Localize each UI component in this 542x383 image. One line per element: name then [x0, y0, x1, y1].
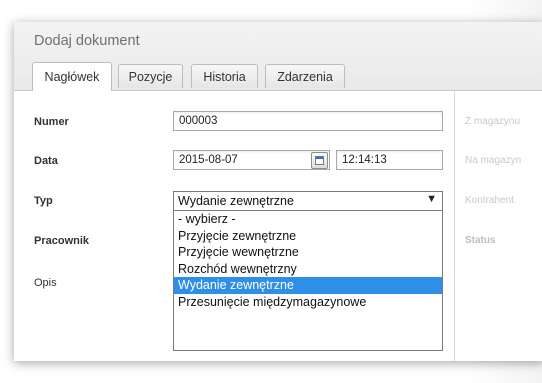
na-magazyn-label: Na magazyn	[465, 155, 522, 166]
tab-pozycje[interactable]: Pozycje	[118, 64, 183, 88]
dialog-header: Dodaj dokument Nagłówek Pozycje Historia…	[14, 22, 542, 91]
pracownik-label: Pracownik	[34, 235, 90, 247]
typ-option[interactable]: Przyjęcie wewnętrzne	[174, 244, 442, 261]
typ-label: Typ	[34, 195, 53, 207]
typ-select[interactable]: Wydanie zewnętrzne ▼	[173, 191, 443, 211]
numer-input[interactable]: 000003	[173, 111, 443, 131]
dialog-title: Dodaj dokument	[34, 33, 140, 49]
numer-label: Numer	[34, 116, 69, 128]
typ-option[interactable]: Przyjęcie zewnętrzne	[174, 228, 442, 245]
typ-option-selected[interactable]: Wydanie zewnętrzne	[174, 277, 442, 294]
dropdown-arrow-icon[interactable]: ▼	[426, 193, 437, 205]
typ-option[interactable]: Przesunięcie międzymagazynowe	[174, 294, 442, 311]
tab-zdarzenia[interactable]: Zdarzenia	[265, 64, 345, 88]
tab-naglowek[interactable]: Nagłówek	[32, 62, 112, 91]
time-input[interactable]: 12:14:13	[336, 150, 443, 170]
header-form: Numer 000003 Data 2015-08-07 12:14:13 Ty…	[14, 91, 542, 361]
tab-historia[interactable]: Historia	[191, 64, 258, 88]
data-label: Data	[34, 155, 58, 167]
typ-dropdown-list: - wybierz - Przyjęcie zewnętrzne Przyjęc…	[173, 210, 443, 351]
date-input[interactable]: 2015-08-07	[173, 150, 330, 170]
typ-option[interactable]: Rozchód wewnętrzny	[174, 261, 442, 278]
calendar-button[interactable]	[311, 152, 328, 169]
column-divider	[454, 91, 455, 361]
typ-option[interactable]: - wybierz -	[174, 211, 442, 228]
typ-selected-value: Wydanie zewnętrzne	[178, 194, 294, 208]
opis-label: Opis	[34, 277, 57, 289]
status-label: Status	[465, 235, 496, 246]
z-magazynu-label: Z magazynu	[465, 116, 521, 127]
kontrahent-label: Kontrahent	[465, 195, 514, 206]
add-document-dialog: Dodaj dokument Nagłówek Pozycje Historia…	[14, 22, 542, 361]
calendar-icon	[315, 156, 324, 165]
